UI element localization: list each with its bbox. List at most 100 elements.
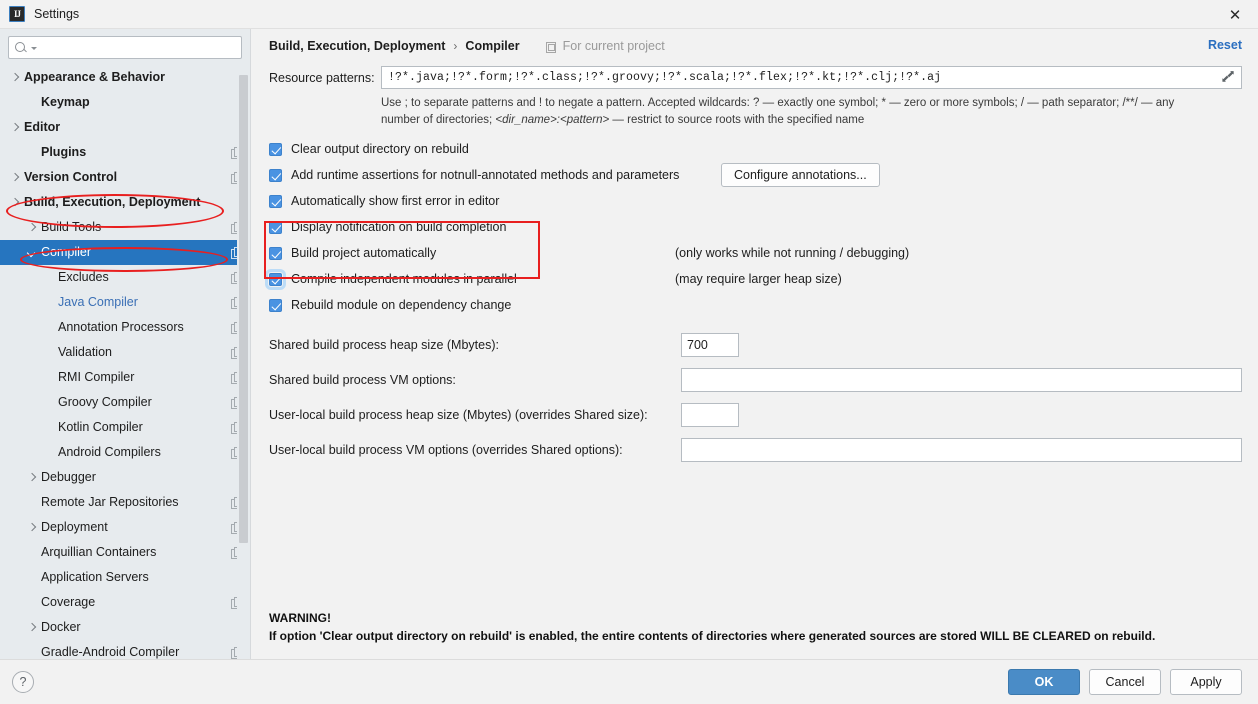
resource-patterns-field[interactable]: !?*.java;!?*.form;!?*.class;!?*.groovy;!… <box>381 66 1242 89</box>
chevron-right-icon[interactable] <box>25 471 38 484</box>
input-user-local-build-process-heap[interactable] <box>681 402 739 427</box>
sidebar-item-build-execution-deployment[interactable]: Build, Execution, Deployment <box>0 190 250 215</box>
search-container <box>0 29 250 65</box>
checkbox-label[interactable]: Build project automatically <box>291 246 436 260</box>
sidebar-item-application-servers[interactable]: Application Servers <box>0 565 250 590</box>
checkbox-label[interactable]: Compile independent modules in parallel <box>291 272 517 286</box>
sidebar-item-android-compilers[interactable]: Android Compilers <box>0 440 250 465</box>
field-row-user-local-build-process-heap: User-local build process heap size (Mbyt… <box>269 397 1242 432</box>
sidebar-item-version-control[interactable]: Version Control <box>0 165 250 190</box>
sidebar-item-remote-jar-repositories[interactable]: Remote Jar Repositories <box>0 490 250 515</box>
sidebar-item-editor[interactable]: Editor <box>0 115 250 140</box>
sidebar-item-build-tools[interactable]: Build Tools <box>0 215 250 240</box>
resource-patterns-label: Resource patterns: <box>269 70 375 85</box>
title-bar: IJ Settings ✕ <box>0 0 1258 29</box>
sidebar-item-coverage[interactable]: Coverage <box>0 590 250 615</box>
sidebar-item-label: Keymap <box>41 95 90 110</box>
sidebar-item-annotation-processors[interactable]: Annotation Processors <box>0 315 250 340</box>
sidebar-item-groovy-compiler[interactable]: Groovy Compiler <box>0 390 250 415</box>
checkbox-note: (may require larger heap size) <box>675 272 842 287</box>
apply-button[interactable]: Apply <box>1170 669 1242 695</box>
hint-line-2-pre: number of directories; <box>381 113 496 126</box>
chevron-right-icon[interactable] <box>25 521 38 534</box>
checkbox-label[interactable]: Display notification on build completion <box>291 220 506 234</box>
settings-sidebar: Appearance & Behavior Keymap Editor Plugins… <box>0 29 251 659</box>
sidebar-item-excludes[interactable]: Excludes <box>0 265 250 290</box>
sidebar-item-label: Annotation Processors <box>58 320 184 335</box>
sidebar-item-kotlin-compiler[interactable]: Kotlin Compiler <box>0 415 250 440</box>
resource-patterns-hint: Use ; to separate patterns and ! to nega… <box>381 95 1231 128</box>
checkbox-label[interactable]: Rebuild module on dependency change <box>291 298 511 312</box>
sidebar-item-java-compiler[interactable]: Java Compiler <box>0 290 250 315</box>
search-input[interactable] <box>37 40 235 55</box>
resource-patterns-row: Resource patterns: !?*.java;!?*.form;!?*… <box>269 66 1242 89</box>
sidebar-item-label: Build, Execution, Deployment <box>24 195 201 210</box>
checkbox-rebuild-module-on-dependency[interactable] <box>269 298 282 312</box>
checkbox-compile-independent-modules-in[interactable] <box>265 268 286 290</box>
search-box[interactable] <box>8 36 242 59</box>
input-shared-build-process-vm-options[interactable] <box>681 367 1242 392</box>
compiler-settings-panel: Resource patterns: !?*.java;!?*.form;!?*… <box>251 63 1258 659</box>
checkbox-build-project-automatically[interactable] <box>269 246 282 260</box>
hint-line-1: Use ; to separate patterns and ! to nega… <box>381 97 1175 109</box>
checkbox-display-notification-on-build[interactable] <box>269 220 282 234</box>
settings-tree[interactable]: Appearance & Behavior Keymap Editor Plugins… <box>0 65 250 659</box>
sidebar-item-label: Build Tools <box>41 220 102 235</box>
checkbox-row-automatically-show-first-error: Automatically show first error in editor <box>269 188 1242 214</box>
chevron-right-icon[interactable] <box>8 196 21 209</box>
sidebar-item-label: Java Compiler <box>58 295 138 310</box>
checkbox-label[interactable]: Automatically show first error in editor <box>291 194 499 208</box>
reset-link[interactable]: Reset <box>1208 38 1242 52</box>
sidebar-item-validation[interactable]: Validation <box>0 340 250 365</box>
input-user-local-build-process-vm[interactable] <box>681 437 1242 462</box>
ok-button[interactable]: OK <box>1008 669 1080 695</box>
checkbox-automatically-show-first-error[interactable] <box>269 194 282 208</box>
checkbox-label[interactable]: Clear output directory on rebuild <box>291 142 469 156</box>
close-icon[interactable]: ✕ <box>1212 0 1258 29</box>
cancel-button[interactable]: Cancel <box>1089 669 1161 695</box>
input-shared-build-process-heap-size[interactable] <box>681 332 739 357</box>
checkbox-clear-output-directory-on[interactable] <box>269 142 282 156</box>
chevron-right-icon[interactable] <box>8 121 21 134</box>
sidebar-item-keymap[interactable]: Keymap <box>0 90 250 115</box>
sidebar-item-plugins[interactable]: Plugins <box>0 140 250 165</box>
checkbox-label[interactable]: Add runtime assertions for notnull-annot… <box>291 168 679 182</box>
sidebar-item-gradle-android-compiler[interactable]: Gradle-Android Compiler <box>0 640 250 659</box>
sidebar-item-label: Version Control <box>24 170 118 185</box>
warning-message: WARNING! If option 'Clear output directo… <box>269 609 1155 645</box>
sidebar-item-rmi-compiler[interactable]: RMI Compiler <box>0 365 250 390</box>
resource-patterns-value[interactable]: !?*.java;!?*.form;!?*.class;!?*.groovy;!… <box>388 71 1221 84</box>
sidebar-item-debugger[interactable]: Debugger <box>0 465 250 490</box>
sidebar-item-appearance-behavior[interactable]: Appearance & Behavior <box>0 65 250 90</box>
checkbox-row-compile-independent-modules-in: Compile independent modules in parallel (… <box>265 266 1242 292</box>
sidebar-item-arquillian-containers[interactable]: Arquillian Containers <box>0 540 250 565</box>
compiler-options-list: Clear output directory on rebuild Add run… <box>265 136 1242 318</box>
field-label: User-local build process heap size (Mbyt… <box>269 407 648 422</box>
sidebar-scrollbar[interactable] <box>237 65 250 659</box>
breadcrumb-parent[interactable]: Build, Execution, Deployment <box>269 39 445 53</box>
sidebar-item-label: Kotlin Compiler <box>58 420 143 435</box>
configure-annotations-button[interactable]: Configure annotations... <box>721 163 880 188</box>
hint-line-2-post: — restrict to source roots with the spec… <box>609 113 865 126</box>
chevron-down-icon[interactable] <box>25 246 38 259</box>
sidebar-item-compiler[interactable]: Compiler <box>0 240 250 265</box>
field-row-user-local-build-process-vm: User-local build process VM options (ove… <box>269 432 1242 467</box>
sidebar-scrollbar-thumb[interactable] <box>239 75 248 543</box>
dialog-body: Appearance & Behavior Keymap Editor Plugins… <box>0 29 1258 659</box>
chevron-right-icon[interactable] <box>25 621 38 634</box>
breadcrumb: Build, Execution, Deployment › Compiler … <box>251 29 1258 63</box>
checkbox-add-runtime-assertions-for[interactable] <box>269 168 282 182</box>
help-icon[interactable]: ? <box>12 671 34 693</box>
chevron-right-icon[interactable] <box>8 171 21 184</box>
sidebar-item-deployment[interactable]: Deployment <box>0 515 250 540</box>
chevron-right-icon[interactable] <box>8 71 21 84</box>
chevron-right-icon[interactable] <box>25 221 38 234</box>
expand-field-icon[interactable] <box>1221 69 1235 85</box>
sidebar-item-docker[interactable]: Docker <box>0 615 250 640</box>
